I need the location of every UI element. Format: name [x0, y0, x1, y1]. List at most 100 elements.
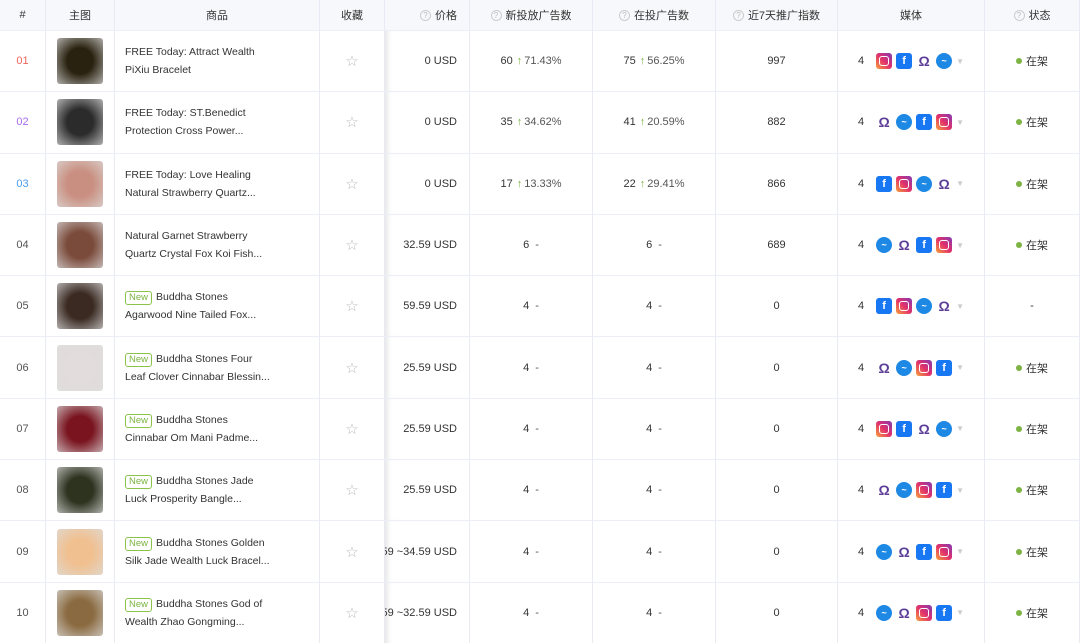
product-title[interactable]: FREE Today: ST.Benedict Protection Cross …: [125, 104, 246, 140]
star-icon[interactable]: ☆: [345, 113, 358, 131]
star-icon[interactable]: ☆: [345, 52, 358, 70]
status-label: 在架: [1026, 56, 1048, 69]
product-title[interactable]: New Buddha Stones Golden Silk Jade Wealth …: [125, 534, 270, 570]
new-ads-count: 4: [523, 484, 530, 497]
product-cell[interactable]: New Buddha Stones Agarwood Nine Tailed Fox…: [115, 275, 320, 337]
new-ads-count: 4: [523, 422, 530, 435]
product-cell[interactable]: New Buddha Stones Jade Luck Prosperity Ban…: [115, 459, 320, 521]
media-cell[interactable]: 4 Ω ~ f ▼: [838, 91, 985, 153]
product-image[interactable]: [57, 405, 103, 452]
star-icon[interactable]: ☆: [345, 359, 358, 377]
active-ads-cell: 4-: [593, 397, 716, 460]
media-cell[interactable]: 4 f ~ Ω ▼: [838, 275, 985, 337]
star-icon[interactable]: ☆: [345, 481, 358, 499]
price-cell: 0.59 ~32.59 USD: [385, 581, 470, 643]
media-cell[interactable]: 4 f Ω ~ ▼: [838, 30, 985, 92]
arrow-up-icon: ↑: [639, 177, 646, 190]
chevron-down-icon[interactable]: ▼: [956, 424, 964, 433]
rank-number: 08: [16, 484, 29, 497]
product-image[interactable]: [57, 589, 103, 636]
header-index7-label: 近7天推广指数: [747, 10, 821, 22]
chevron-down-icon[interactable]: ▼: [956, 179, 964, 188]
index-value: 0: [773, 484, 780, 497]
product-title-text: FREE Today: ST.Benedict: [125, 107, 246, 120]
header-active-ads[interactable]: ? 在投广告数: [593, 0, 716, 30]
star-icon[interactable]: ☆: [345, 297, 358, 315]
product-cell[interactable]: New Buddha Stones Cinnabar Om Mani Padme..…: [115, 397, 320, 460]
product-cell[interactable]: New Buddha Stones Golden Silk Jade Wealth …: [115, 520, 320, 582]
header-status[interactable]: ? 状态: [985, 0, 1080, 30]
media-cell[interactable]: 4 Ω ~ f ▼: [838, 336, 985, 398]
star-icon[interactable]: ☆: [345, 543, 358, 561]
product-title[interactable]: New Buddha Stones Cinnabar Om Mani Padme..…: [125, 411, 258, 447]
help-icon[interactable]: ?: [490, 9, 502, 21]
product-image[interactable]: [57, 222, 103, 269]
header-index7[interactable]: ? 近7天推广指数: [716, 0, 838, 30]
chevron-down-icon[interactable]: ▼: [956, 302, 964, 311]
star-icon[interactable]: ☆: [345, 420, 358, 438]
messenger-icon: ~: [876, 237, 893, 254]
product-image[interactable]: [57, 467, 103, 514]
status-dot-icon: [1016, 487, 1022, 494]
active-ads-change: 29.41%: [647, 177, 685, 190]
product-cell[interactable]: FREE Today: Love Healing Natural Strawber…: [115, 152, 320, 214]
product-title[interactable]: FREE Today: Love Healing Natural Strawber…: [125, 166, 256, 202]
media-cell[interactable]: 4 Ω ~ f ▼: [838, 459, 985, 521]
product-image[interactable]: [57, 99, 103, 146]
product-title[interactable]: New Buddha Stones Agarwood Nine Tailed Fox…: [125, 288, 256, 324]
media-icons: f ~ Ω: [872, 298, 953, 315]
media-icons: Ω ~ f: [872, 482, 953, 499]
product-cell[interactable]: FREE Today: Attract Wealth PiXiu Bracelet: [115, 30, 320, 92]
product-cell[interactable]: New Buddha Stones God of Wealth Zhao Gongm…: [115, 581, 320, 643]
chevron-down-icon[interactable]: ▼: [956, 363, 964, 372]
chevron-down-icon[interactable]: ▼: [956, 608, 964, 617]
media-icons: Ω ~ f: [872, 359, 953, 376]
product-title[interactable]: New Buddha Stones Four Leaf Clover Cinnaba…: [125, 350, 270, 386]
chevron-down-icon[interactable]: ▼: [956, 57, 964, 66]
star-icon[interactable]: ☆: [345, 236, 358, 254]
price-cell: 5.59 ~34.59 USD: [385, 520, 470, 582]
new-ads-count: 60: [500, 55, 513, 68]
product-title[interactable]: Natural Garnet Strawberry Quartz Crystal …: [125, 227, 262, 263]
product-title-text: Buddha Stones: [156, 291, 228, 304]
rank-cell: 05: [0, 275, 46, 337]
product-cell[interactable]: Natural Garnet Strawberry Quartz Crystal …: [115, 213, 320, 276]
product-cell[interactable]: New Buddha Stones Four Leaf Clover Cinnaba…: [115, 336, 320, 398]
product-image[interactable]: [57, 283, 103, 330]
star-icon[interactable]: ☆: [345, 604, 358, 622]
product-title[interactable]: FREE Today: Attract Wealth PiXiu Bracelet: [125, 43, 255, 79]
quora-icon: Ω: [936, 298, 953, 315]
chevron-down-icon[interactable]: ▼: [956, 547, 964, 556]
instagram-icon: [936, 114, 953, 131]
chevron-down-icon[interactable]: ▼: [956, 241, 964, 250]
product-image[interactable]: [57, 160, 103, 207]
product-title[interactable]: New Buddha Stones God of Wealth Zhao Gongm…: [125, 595, 262, 631]
header-new-ads[interactable]: ? 新投放广告数: [470, 0, 593, 30]
help-icon[interactable]: ?: [732, 9, 744, 21]
new-ads-cell: 17 ↑ 13.33%: [470, 152, 593, 214]
header-price[interactable]: ? 价格: [385, 0, 470, 30]
new-ads-change: -: [535, 484, 539, 497]
chevron-down-icon[interactable]: ▼: [956, 486, 964, 495]
product-image[interactable]: [57, 344, 103, 391]
product-image[interactable]: [57, 38, 103, 85]
media-cell[interactable]: 4 ~ Ωf ▼: [838, 520, 985, 582]
help-icon[interactable]: ?: [420, 9, 431, 21]
media-cell[interactable]: 4 ~ Ωf ▼: [838, 581, 985, 643]
chevron-down-icon[interactable]: ▼: [956, 118, 964, 127]
media-cell[interactable]: 4 f Ω ~ ▼: [838, 397, 985, 460]
product-title[interactable]: New Buddha Stones Jade Luck Prosperity Ban…: [125, 472, 254, 508]
media-cell[interactable]: 4 ~ Ωf ▼: [838, 213, 985, 276]
media-cell[interactable]: 4 f ~ Ω ▼: [838, 152, 985, 214]
price-cell: 0 USD: [385, 91, 470, 153]
product-cell[interactable]: FREE Today: ST.Benedict Protection Cross …: [115, 91, 320, 153]
help-icon[interactable]: ?: [1013, 9, 1025, 21]
help-icon[interactable]: ?: [619, 9, 630, 21]
product-title-line1: Natural Garnet Strawberry: [125, 227, 262, 245]
product-image[interactable]: [57, 528, 103, 575]
star-icon[interactable]: ☆: [345, 175, 358, 193]
active-ads-count: 4: [646, 606, 653, 619]
rank-cell: 03: [0, 152, 46, 214]
fav-cell: ☆: [320, 336, 385, 398]
index-cell: 689: [716, 213, 838, 276]
